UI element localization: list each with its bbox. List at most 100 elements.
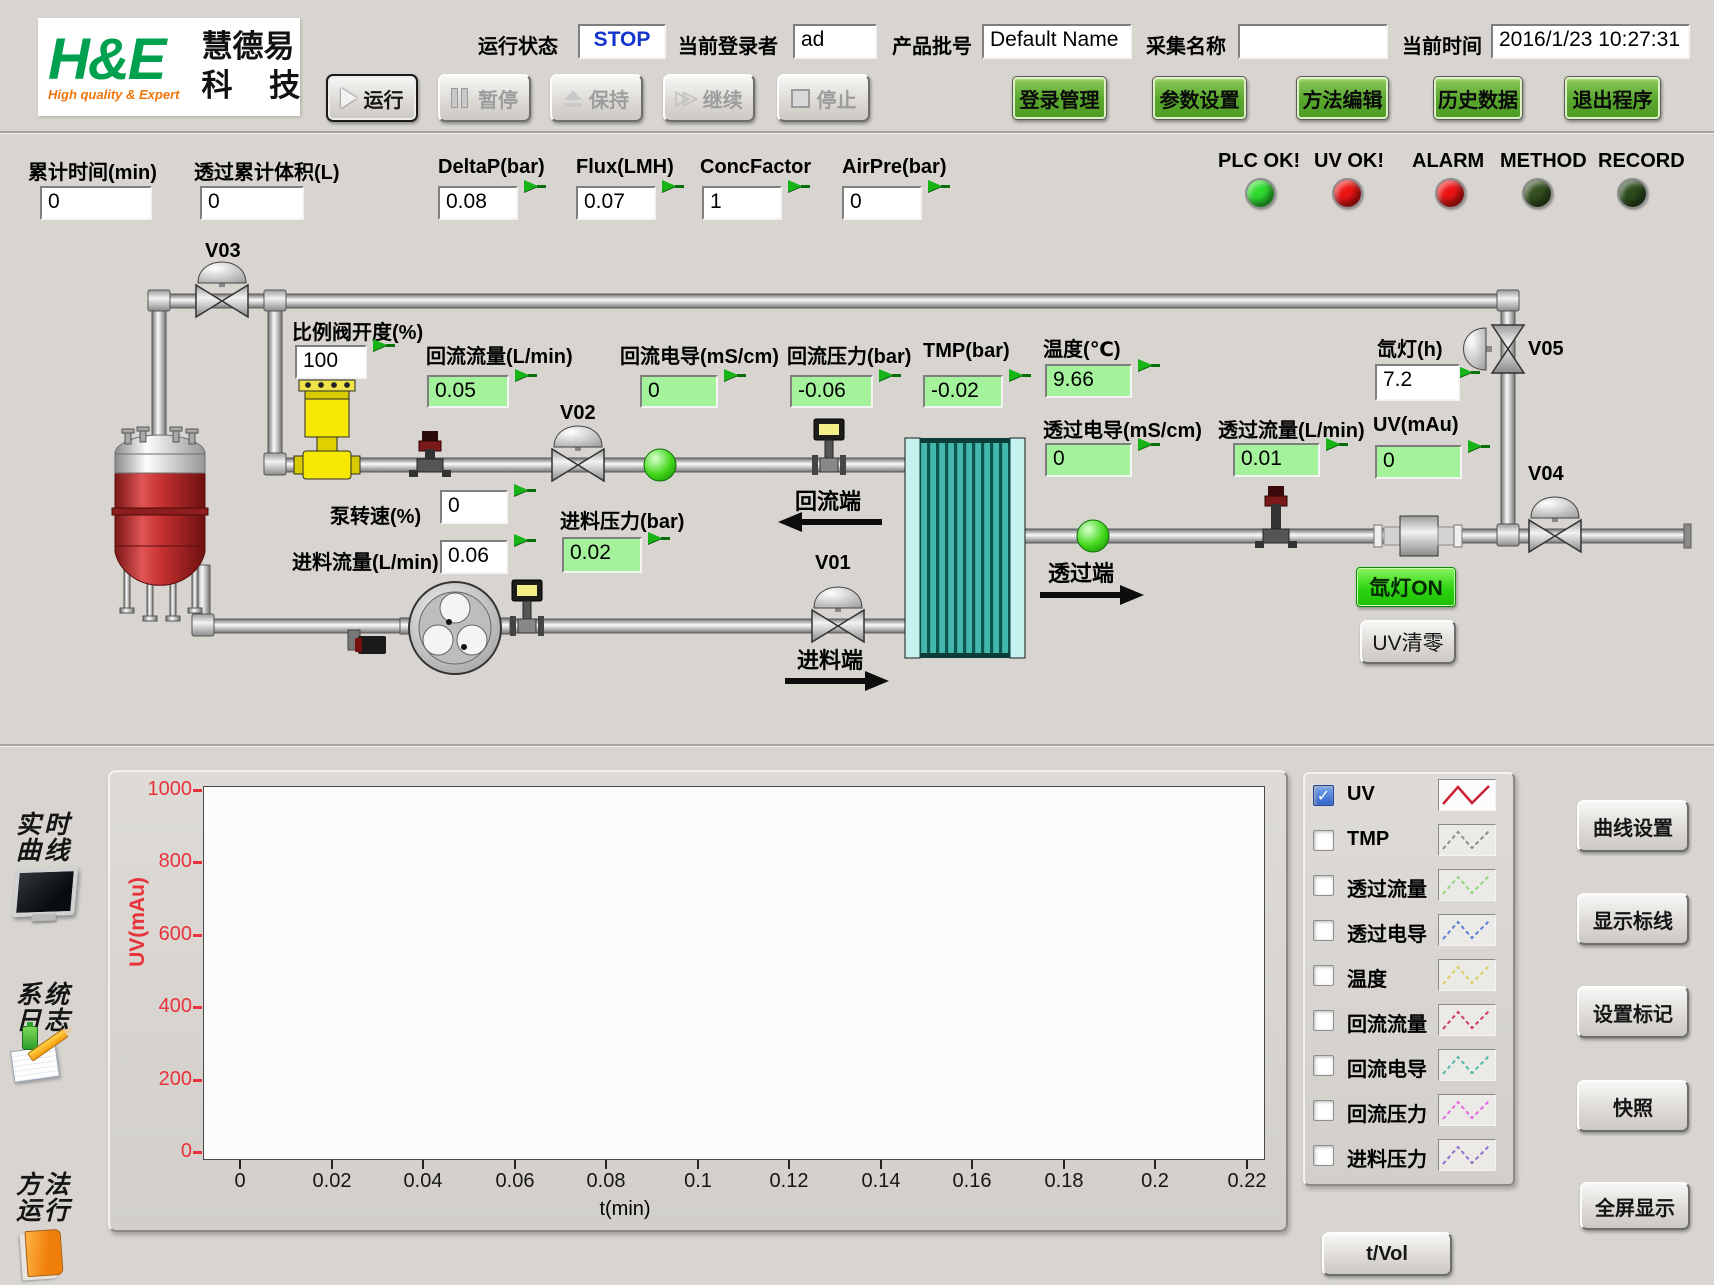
collect-input[interactable] [1238, 24, 1388, 59]
valve-v01[interactable] [812, 587, 864, 642]
legend-linestyle-swatch[interactable] [1438, 779, 1496, 811]
y-tick: 1000 [128, 778, 192, 801]
y-tick-mark [193, 934, 202, 937]
legend-linestyle-swatch[interactable] [1438, 869, 1496, 901]
y-tick-mark [193, 789, 202, 792]
flag-icon [515, 367, 538, 383]
batch-label: 产品批号 [892, 30, 972, 59]
legend-label: TMP [1347, 828, 1389, 851]
x-tick: 0.14 [862, 1170, 901, 1193]
y-tick: 200 [128, 1068, 192, 1091]
x-tick: 0.16 [953, 1170, 992, 1193]
x-tick: 0.08 [587, 1170, 626, 1193]
deltap-value: 0.08 [438, 186, 518, 220]
legend-checkbox-feed-pres[interactable] [1313, 1145, 1334, 1166]
drain-fitting [348, 630, 386, 654]
x-tick-mark [1154, 1160, 1156, 1169]
xenon-hours-input[interactable]: 7.2 [1375, 364, 1460, 401]
fullscreen-button[interactable]: 全屏显示 [1580, 1182, 1690, 1230]
resume-button[interactable]: ▷▷ 继续 [663, 74, 755, 122]
flag-icon [1009, 367, 1032, 383]
valve-v02[interactable] [552, 426, 604, 481]
param-set-button[interactable]: 参数设置 [1152, 76, 1247, 120]
pause-button[interactable]: 暂停 [438, 74, 531, 122]
plot-area [203, 786, 1265, 1160]
valve-v03[interactable] [196, 262, 248, 317]
legend-checkbox-temperature[interactable] [1313, 965, 1334, 986]
legend-linestyle-swatch[interactable] [1438, 1049, 1496, 1081]
legend-checkbox-reflux-flow[interactable] [1313, 1010, 1334, 1031]
x-tick: 0 [234, 1170, 245, 1193]
feed-flow-input[interactable]: 0.06 [440, 540, 508, 574]
total-volume-label: 透过累计体积(L) [194, 156, 340, 185]
legend-linestyle-swatch[interactable] [1438, 824, 1496, 856]
sidebar-item-realtime-curve[interactable]: 实时曲线 [16, 812, 72, 864]
user-input[interactable]: ad [793, 24, 877, 59]
set-mark-button[interactable]: 设置标记 [1577, 986, 1689, 1038]
run-state-value: STOP [578, 24, 666, 59]
temperature-label: 温度(℃) [1043, 333, 1121, 362]
batch-input[interactable]: Default Name [982, 24, 1132, 59]
legend-linestyle-swatch[interactable] [1438, 1139, 1496, 1171]
x-tick-mark [1246, 1160, 1248, 1169]
legend-checkbox-uv[interactable] [1313, 785, 1334, 806]
alarm-led [1435, 178, 1466, 209]
flag-icon [724, 367, 747, 383]
y-tick: 600 [128, 923, 192, 946]
xenon-on-button[interactable]: 氙灯ON [1356, 567, 1456, 607]
feed-pump[interactable] [400, 582, 510, 674]
legend-linestyle-swatch[interactable] [1438, 959, 1496, 991]
reflux-flow-label: 回流流量(L/min) [426, 340, 573, 369]
flag-icon [514, 482, 537, 498]
user-label: 当前登录者 [678, 30, 778, 59]
history-data-button[interactable]: 历史数据 [1433, 76, 1523, 120]
stop-button[interactable]: 停止 [777, 74, 870, 122]
show-marker-button[interactable]: 显示标线 [1577, 893, 1689, 945]
login-manage-button[interactable]: 登录管理 [1012, 76, 1107, 120]
stop-icon [791, 89, 810, 108]
feed-arrow-right [785, 671, 889, 691]
method-edit-button[interactable]: 方法编辑 [1296, 76, 1389, 120]
hold-button[interactable]: 保持 [550, 74, 643, 122]
flag-icon [1458, 364, 1481, 380]
legend-checkbox-perm-flow[interactable] [1313, 875, 1334, 896]
prop-valve-label: 比例阀开度(%) [292, 316, 423, 345]
pump-speed-input[interactable]: 0 [440, 490, 508, 524]
run-button[interactable]: 运行 [326, 74, 418, 122]
flag-icon [879, 367, 902, 383]
legend-checkbox-tmp[interactable] [1313, 830, 1334, 851]
legend-checkbox-reflux-pres[interactable] [1313, 1100, 1334, 1121]
plc-led-label: PLC OK! [1218, 150, 1300, 173]
flag-icon [514, 532, 537, 548]
time-value: 2016/1/23 10:27:31 [1491, 24, 1690, 59]
total-time-value: 0 [40, 186, 152, 220]
x-tick: 0.04 [404, 1170, 443, 1193]
curve-settings-button[interactable]: 曲线设置 [1577, 800, 1689, 852]
flag-icon [524, 178, 547, 194]
flag-icon [1138, 357, 1161, 373]
legend-checkbox-perm-cond[interactable] [1313, 920, 1334, 941]
header-divider [0, 131, 1714, 134]
x-tick-mark [971, 1160, 973, 1169]
book-icon[interactable] [24, 1229, 63, 1277]
valve-v04[interactable] [1529, 497, 1581, 552]
monitor-icon[interactable] [12, 867, 78, 917]
legend-checkbox-reflux-cond[interactable] [1313, 1055, 1334, 1076]
exit-button[interactable]: 退出程序 [1564, 76, 1661, 120]
snapshot-button[interactable]: 快照 [1577, 1080, 1689, 1132]
perm-line-indicator [1077, 520, 1109, 552]
perm-port-label: 透过端 [1048, 556, 1114, 588]
proportional-valve[interactable] [294, 380, 360, 479]
prop-valve-input[interactable]: 100 [295, 345, 367, 379]
hmi-window: H&E High quality & Expert 慧德易 科 技 运行状态 S… [0, 0, 1714, 1285]
tmp-label: TMP(bar) [923, 340, 1010, 363]
fast-forward-icon: ▷▷ [675, 87, 690, 110]
company-logo: H&E High quality & Expert 慧德易 科 技 [38, 18, 300, 116]
legend-linestyle-swatch[interactable] [1438, 1094, 1496, 1126]
uv-zero-button[interactable]: UV清零 [1360, 620, 1456, 664]
legend-linestyle-swatch[interactable] [1438, 1004, 1496, 1036]
tvol-toggle-button[interactable]: t/Vol [1322, 1232, 1452, 1276]
sidebar-item-method-run[interactable]: 方法运行 [16, 1172, 72, 1224]
legend-linestyle-swatch[interactable] [1438, 914, 1496, 946]
uv-detector [1374, 516, 1462, 556]
